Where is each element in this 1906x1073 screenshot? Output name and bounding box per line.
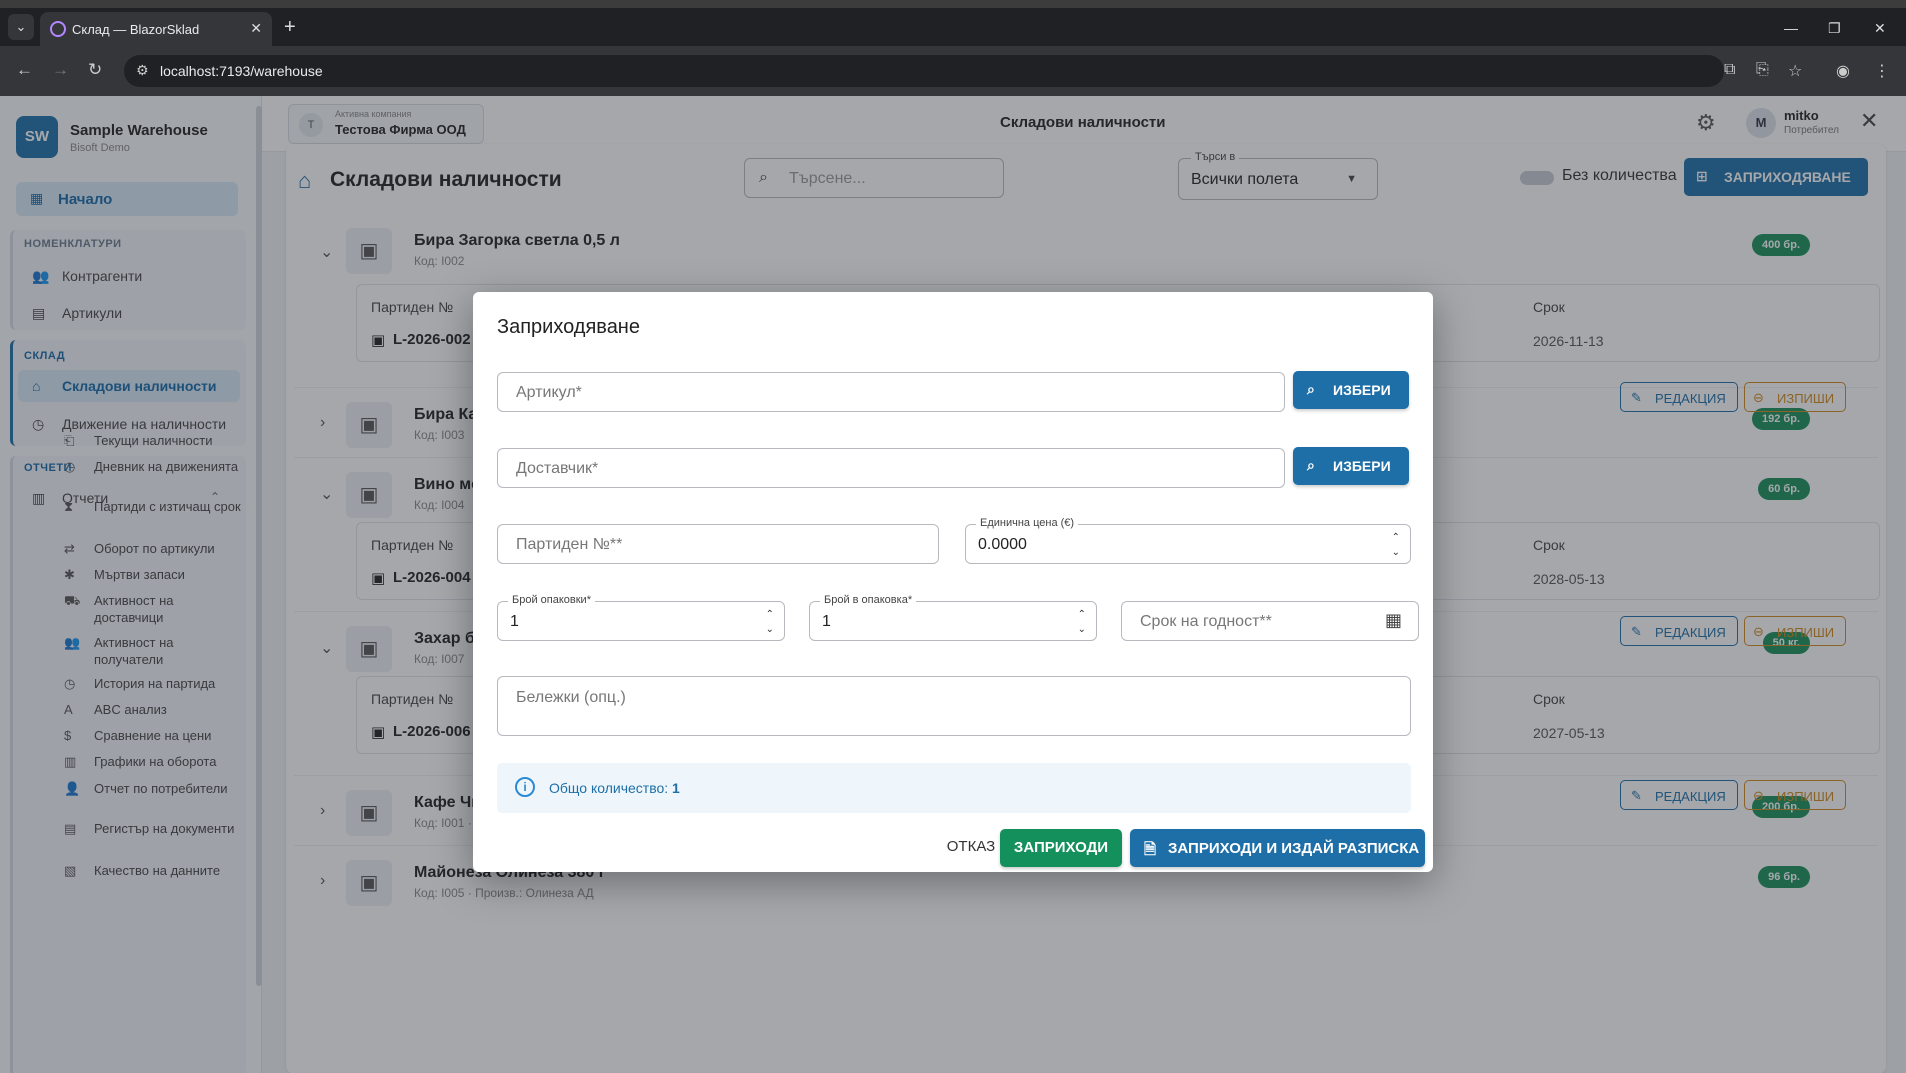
- info-icon: i: [515, 777, 535, 797]
- receive-and-issue-button[interactable]: 🗎 ЗАПРИХОДИ И ИЗДАЙ РАЗПИСКА: [1130, 829, 1425, 867]
- total-quantity-text: Общо количество: 1: [549, 780, 680, 796]
- pick-button-label: ИЗБЕРИ: [1333, 382, 1391, 398]
- browser-tab[interactable]: Склад — BlazorSklad ✕: [40, 12, 272, 46]
- forward-icon[interactable]: →: [52, 60, 69, 80]
- tab-bar: ⌄ Склад — BlazorSklad ✕ + — ❐ ✕: [0, 8, 1906, 46]
- receive-and-issue-label: ЗАПРИХОДИ И ИЗДАЙ РАЗПИСКА: [1168, 840, 1420, 857]
- notes-placeholder: Бележки (опц.): [516, 689, 626, 706]
- back-icon[interactable]: ←: [16, 60, 33, 80]
- new-tab-button[interactable]: +: [284, 17, 296, 37]
- address-bar: ← → ↻ ⚙ localhost:7193/warehouse ⧉ ⎘ ☆ ◉…: [0, 46, 1906, 96]
- url-field[interactable]: ⚙ localhost:7193/warehouse: [124, 55, 1724, 87]
- tab-title: Склад — BlazorSklad: [72, 22, 200, 37]
- restore-icon[interactable]: ❐: [1828, 20, 1841, 37]
- article-field[interactable]: Артикул*: [497, 372, 1285, 412]
- unit-price-label: Единична цена (€): [976, 517, 1079, 529]
- lot-number-field[interactable]: Партиден №**: [497, 524, 939, 564]
- browser-menu-icon[interactable]: ⋮: [1874, 61, 1890, 81]
- site-favicon-icon: [50, 21, 66, 37]
- number-stepper-icon[interactable]: ⌃ ⌄: [766, 607, 774, 637]
- expiry-date-field[interactable]: Срок на годност** ▦: [1121, 601, 1419, 641]
- url-text: localhost:7193/warehouse: [160, 63, 323, 79]
- tab-search-button[interactable]: ⌄: [8, 14, 34, 40]
- expiry-placeholder: Срок на годност**: [1140, 613, 1272, 630]
- receive-dialog: Заприходяване Артикул* ⌕ ИЗБЕРИ Доставчи…: [473, 292, 1433, 872]
- minimize-icon[interactable]: —: [1784, 20, 1798, 36]
- search-icon: ⌕: [1307, 381, 1315, 397]
- search-icon: ⌕: [1307, 457, 1315, 473]
- unit-price-value: 0.0000: [978, 536, 1027, 553]
- cancel-button[interactable]: ОТКАЗ: [933, 830, 1009, 864]
- dialog-title: Заприходяване: [497, 316, 640, 338]
- total-quantity-value: 1: [672, 780, 680, 796]
- supplier-field[interactable]: Доставчик*: [497, 448, 1285, 488]
- bookmark-star-icon[interactable]: ☆: [1788, 61, 1802, 81]
- number-stepper-icon[interactable]: ⌃ ⌄: [1078, 607, 1086, 637]
- pick-button-label: ИЗБЕРИ: [1333, 458, 1391, 474]
- window-frame: [0, 0, 1906, 8]
- install-app-icon[interactable]: ⎘: [1756, 61, 1769, 79]
- packages-label: Брой опаковки*: [508, 594, 595, 606]
- lot-placeholder: Партиден №**: [516, 536, 623, 553]
- unit-price-field[interactable]: Единична цена (€) 0.0000 ⌃ ⌄: [965, 517, 1411, 564]
- pick-article-button[interactable]: ⌕ ИЗБЕРИ: [1293, 371, 1409, 409]
- supplier-placeholder: Доставчик*: [516, 460, 599, 477]
- site-info-icon[interactable]: ⚙: [136, 62, 149, 79]
- packages-value: 1: [510, 613, 519, 630]
- article-placeholder: Артикул*: [516, 384, 582, 401]
- close-window-icon[interactable]: ✕: [1874, 20, 1886, 37]
- calendar-icon[interactable]: ▦: [1385, 610, 1402, 631]
- translate-icon[interactable]: ⧉: [1724, 61, 1735, 79]
- receipt-icon: 🗎: [1144, 841, 1157, 858]
- per-package-label: Брой в опаковка*: [820, 594, 917, 606]
- per-package-value: 1: [822, 613, 831, 630]
- receive-submit-button[interactable]: ЗАПРИХОДИ: [1000, 829, 1122, 867]
- total-quantity-info: i Общо количество: 1: [497, 763, 1411, 813]
- pick-supplier-button[interactable]: ⌕ ИЗБЕРИ: [1293, 447, 1409, 485]
- notes-field[interactable]: Бележки (опц.): [497, 676, 1411, 736]
- profile-icon[interactable]: ◉: [1836, 61, 1850, 81]
- total-quantity-label: Общо количество:: [549, 780, 669, 796]
- close-tab-icon[interactable]: ✕: [250, 20, 262, 37]
- number-stepper-icon[interactable]: ⌃ ⌄: [1392, 530, 1400, 560]
- packages-field[interactable]: Брой опаковки* 1 ⌃ ⌄: [497, 594, 785, 641]
- reload-icon[interactable]: ↻: [88, 60, 102, 80]
- per-package-field[interactable]: Брой в опаковка* 1 ⌃ ⌄: [809, 594, 1097, 641]
